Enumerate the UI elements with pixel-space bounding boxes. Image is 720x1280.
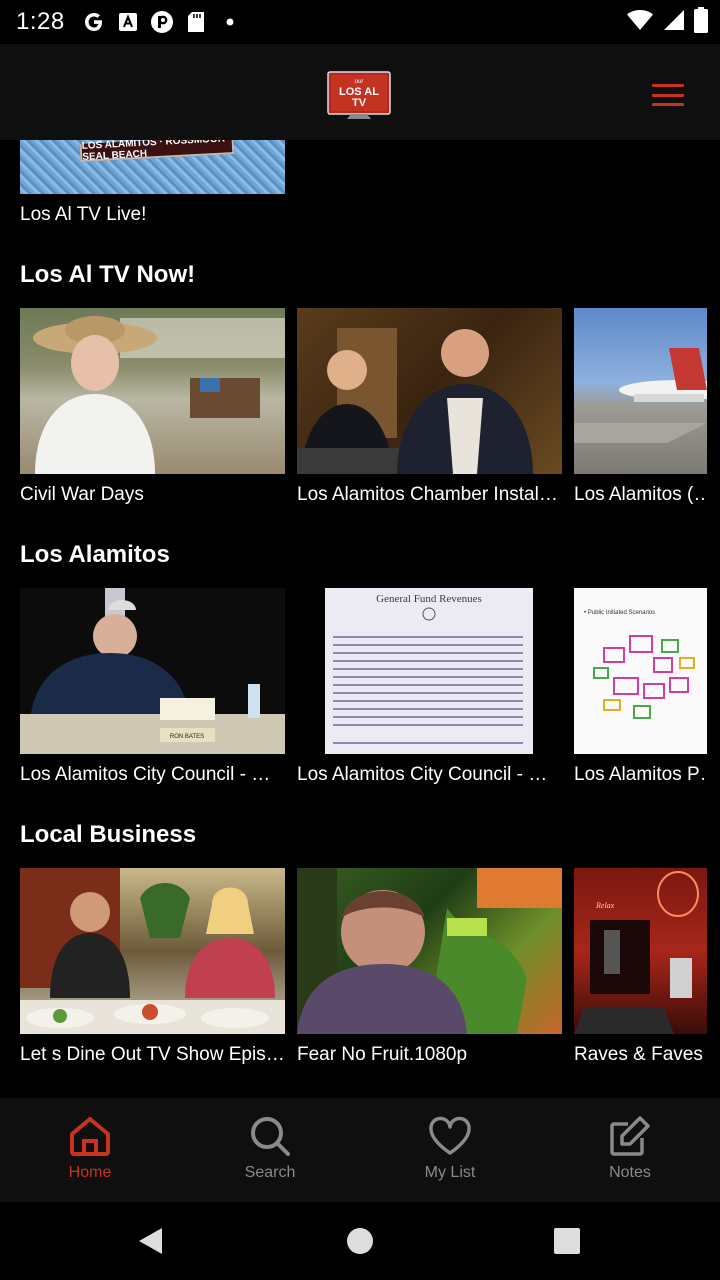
- live-thumbnail[interactable]: LOS ALAMITOS · ROSSMOOR · SEAL BEACH: [20, 140, 285, 194]
- video-title: Los Alamitos City Council - Meeting: [297, 764, 562, 785]
- video-thumbnail[interactable]: • Public Initiated Scenarios: [574, 588, 707, 754]
- video-row[interactable]: Civil War Days Los Alamitos Chamber Inst…: [0, 308, 720, 508]
- video-title: Los Alamitos P…: [574, 764, 708, 785]
- budget-chart-title: General Fund Revenues: [376, 593, 482, 605]
- nav-notes[interactable]: Notes: [570, 1114, 690, 1182]
- video-thumbnail[interactable]: [574, 308, 707, 474]
- video-card[interactable]: Let s Dine Out TV Show Episode: [20, 868, 285, 1066]
- video-title: Los Alamitos Chamber Installation: [297, 484, 562, 505]
- nav-label: My List: [424, 1164, 476, 1181]
- video-thumbnail[interactable]: [20, 308, 285, 474]
- plan-title: • Public Initiated Scenarios: [584, 610, 655, 616]
- nav-label: Search: [244, 1164, 296, 1181]
- a-news-icon: [116, 10, 140, 34]
- nav-search[interactable]: Search: [210, 1114, 330, 1182]
- wifi-icon: [626, 8, 654, 37]
- video-thumbnail[interactable]: General Fund Revenues: [297, 588, 562, 754]
- video-title: Fear No Fruit.1080p: [297, 1044, 468, 1065]
- video-thumbnail[interactable]: [297, 868, 562, 1034]
- nav-home[interactable]: Home: [30, 1114, 150, 1182]
- google-icon: [82, 10, 106, 34]
- video-thumbnail[interactable]: RON BATES: [20, 588, 285, 754]
- nav-label: Notes: [609, 1164, 651, 1181]
- video-row[interactable]: Let s Dine Out TV Show Episode Fear No F…: [0, 868, 720, 1068]
- home-circle-icon[interactable]: [343, 1224, 377, 1258]
- video-card[interactable]: Los Alamitos Chamber Installation: [297, 308, 562, 506]
- video-card[interactable]: Relax Raves & Faves: [574, 868, 720, 1066]
- video-title: Raves & Faves: [574, 1044, 703, 1065]
- live-banner: LOS ALAMITOS · ROSSMOOR · SEAL BEACH: [79, 140, 235, 163]
- video-title: Los Alamitos (…: [574, 484, 708, 505]
- nav-label: Home: [68, 1164, 112, 1181]
- heart-icon: [429, 1116, 471, 1155]
- video-card[interactable]: RON BATES Los Alamitos City Council - Me…: [20, 588, 285, 786]
- notification-icons: [82, 8, 242, 36]
- signal-icon: [662, 8, 686, 37]
- video-title: Civil War Days: [20, 484, 144, 505]
- content-feed[interactable]: LOS ALAMITOS · ROSSMOOR · SEAL BEACH Los…: [0, 140, 720, 1098]
- edit-note-icon: [610, 1116, 650, 1156]
- nav-my-list[interactable]: My List: [390, 1114, 510, 1182]
- bottom-navigation: Home Search My List Notes: [0, 1098, 720, 1202]
- video-title: Let s Dine Out TV Show Episode: [20, 1044, 285, 1065]
- video-title: Los Alamitos City Council - Meeting: [20, 764, 285, 785]
- nameplate-text: RON BATES: [170, 734, 204, 740]
- video-thumbnail[interactable]: [20, 868, 285, 1034]
- app-header: our LOS AL TV: [0, 44, 720, 140]
- video-card[interactable]: Fear No Fruit.1080p: [297, 868, 562, 1066]
- section-title: Local Business: [20, 821, 197, 848]
- home-icon: [70, 1117, 110, 1156]
- system-status-icons: [626, 6, 708, 38]
- dot-icon: [218, 10, 242, 34]
- system-navigation-bar: [0, 1202, 720, 1280]
- battery-icon: [694, 6, 708, 38]
- logo-small-text: our: [355, 79, 365, 85]
- raves-sign: Relax: [595, 901, 615, 910]
- search-icon: [251, 1117, 290, 1156]
- status-bar: 1:28: [0, 0, 720, 44]
- status-time: 1:28: [16, 8, 65, 35]
- section-title: Los Al TV Now!: [20, 261, 196, 288]
- p-icon: [150, 10, 174, 34]
- section-title: Los Alamitos: [20, 541, 170, 568]
- video-card[interactable]: • Public Initiated Scenarios Los Alamito…: [574, 588, 720, 786]
- svg-text:TV: TV: [352, 97, 367, 109]
- live-label[interactable]: Los Al TV Live!: [20, 204, 146, 226]
- video-card[interactable]: Civil War Days: [20, 308, 285, 506]
- back-icon[interactable]: [134, 1224, 168, 1258]
- los-al-tv-logo[interactable]: our LOS AL TV: [327, 70, 391, 120]
- sd-card-icon: [184, 10, 208, 34]
- recents-icon[interactable]: [550, 1224, 584, 1258]
- video-thumbnail[interactable]: [297, 308, 562, 474]
- video-card[interactable]: Los Alamitos (…: [574, 308, 720, 506]
- hamburger-menu-icon[interactable]: [652, 84, 684, 106]
- video-card[interactable]: General Fund Revenues Los Alamitos City …: [297, 588, 562, 786]
- video-row[interactable]: RON BATES Los Alamitos City Council - Me…: [0, 588, 720, 788]
- video-thumbnail[interactable]: Relax: [574, 868, 707, 1034]
